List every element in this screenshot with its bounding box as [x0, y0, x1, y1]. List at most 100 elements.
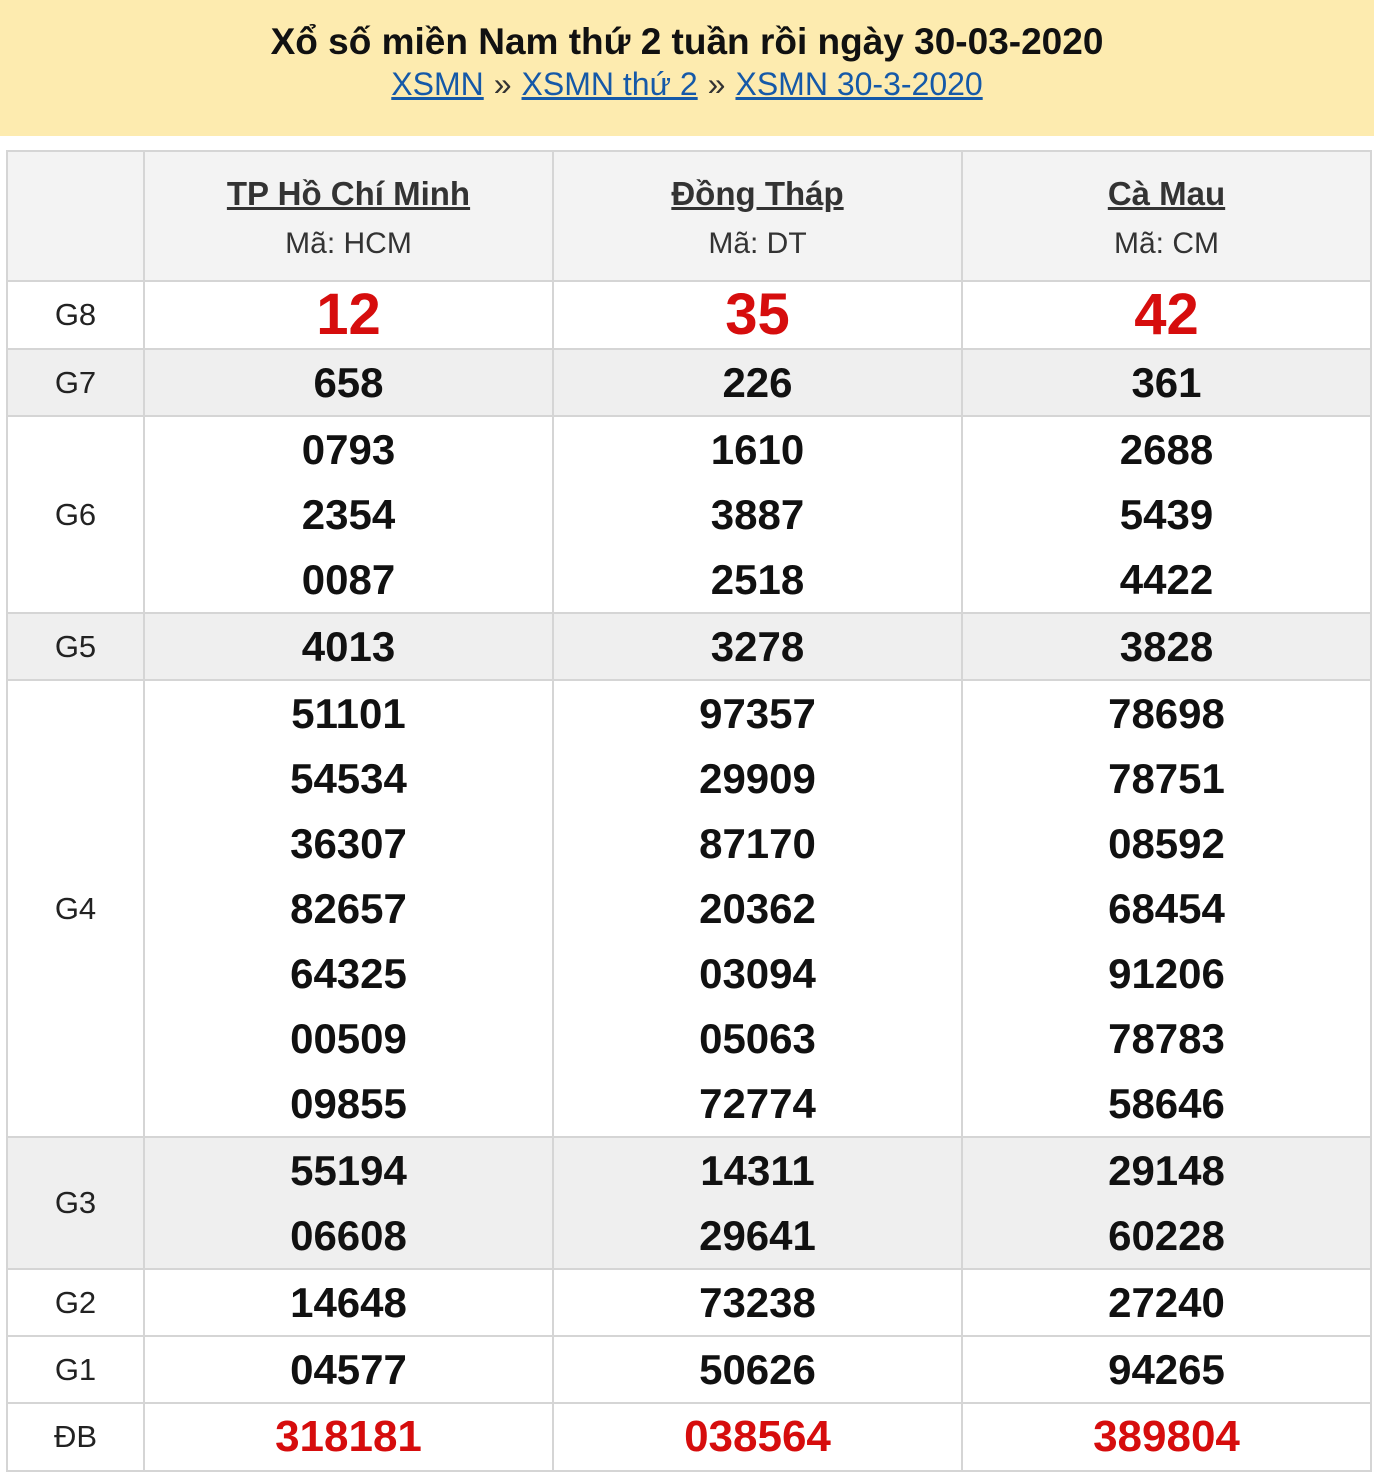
prize-cell-hcm: 14648 — [143, 1268, 554, 1337]
province-link-hcm[interactable]: TP Hồ Chí Minh — [145, 175, 552, 213]
prize-label: G3 — [6, 1136, 145, 1270]
corner-cell — [6, 150, 145, 282]
prize-number: 03094 — [699, 950, 816, 997]
breadcrumb-link-xsmn-date[interactable]: XSMN 30-3-2020 — [735, 66, 982, 102]
prize-number: 2518 — [710, 556, 805, 603]
prize-cell-dt: 50626 — [552, 1335, 963, 1404]
prize-cell-dt: 3278 — [552, 612, 963, 681]
prize-cell-hcm: 4013 — [143, 612, 554, 681]
prize-number: 42 — [1134, 282, 1199, 347]
province-code-hcm: Mã: HCM — [285, 227, 412, 260]
page-header: Xổ số miền Nam thứ 2 tuần rồi ngày 30-03… — [0, 0, 1374, 136]
prize-cell-dt: 14311 29641 — [552, 1136, 963, 1270]
prize-number: 05063 — [699, 1015, 816, 1062]
prize-number: 0793 — [301, 426, 396, 473]
prize-cell-cm: 3828 — [961, 612, 1372, 681]
prize-label: G5 — [6, 612, 145, 681]
prize-rows: G8 12 35 42 G7 658 226 361 G6 0793 2354 0087 1610 388… — [6, 280, 1372, 1472]
prize-number: 54534 — [290, 755, 407, 802]
prize-number: 68454 — [1108, 885, 1225, 932]
province-code-cm: Mã: CM — [1114, 227, 1219, 260]
prize-number: 04577 — [290, 1346, 407, 1393]
prize-number: 2354 — [301, 491, 396, 538]
results-table: TP Hồ Chí Minh Mã: HCM Đồng Tháp Mã: DT … — [6, 150, 1372, 1472]
province-header-hcm: TP Hồ Chí Minh Mã: HCM — [143, 150, 554, 282]
prize-cell-cm: 42 — [961, 280, 1372, 350]
prize-number: 4422 — [1119, 556, 1214, 603]
prize-cell-cm: 94265 — [961, 1335, 1372, 1404]
prize-number: 4013 — [301, 623, 396, 670]
prize-cell-dt: 97357 29909 87170 20362 03094 05063 72774 — [552, 679, 963, 1138]
prize-number: 0087 — [301, 556, 396, 603]
prize-label: G7 — [6, 348, 145, 417]
prize-cell-cm: 29148 60228 — [961, 1136, 1372, 1270]
prize-number: 1610 — [710, 426, 805, 473]
prize-cell-hcm: 04577 — [143, 1335, 554, 1404]
breadcrumb: XSMN» XSMN thứ 2» XSMN 30-3-2020 — [0, 64, 1374, 104]
prize-cell-hcm: 12 — [143, 280, 554, 350]
prize-number: 78783 — [1108, 1015, 1225, 1062]
prize-number: 60228 — [1108, 1212, 1225, 1259]
prize-number: 20362 — [699, 885, 816, 932]
prize-number: 09855 — [290, 1080, 407, 1127]
prize-number: 08592 — [1108, 820, 1225, 867]
prize-cell-hcm: 51101 54534 36307 82657 64325 00509 09855 — [143, 679, 554, 1138]
breadcrumb-link-xsmn[interactable]: XSMN — [391, 66, 483, 102]
prize-row-g7: G7 658 226 361 — [6, 348, 1372, 417]
prize-number: 226 — [722, 359, 793, 406]
prize-number: 50626 — [699, 1346, 816, 1393]
prize-number: 3828 — [1119, 623, 1214, 670]
province-header-dt: Đồng Tháp Mã: DT — [552, 150, 963, 282]
prize-cell-cm: 389804 — [961, 1402, 1372, 1472]
prize-label: ĐB — [6, 1402, 145, 1472]
prize-label: G2 — [6, 1268, 145, 1337]
prize-cell-dt: 226 — [552, 348, 963, 417]
prize-number: 12 — [316, 282, 381, 347]
prize-row-g6: G6 0793 2354 0087 1610 3887 2518 2688 5439 4422 — [6, 415, 1372, 614]
prize-row-g2: G2 14648 73238 27240 — [6, 1268, 1372, 1337]
prize-label: G6 — [6, 415, 145, 614]
prize-number: 36307 — [290, 820, 407, 867]
prize-number: 87170 — [699, 820, 816, 867]
prize-cell-hcm: 0793 2354 0087 — [143, 415, 554, 614]
special-prize-number: 318181 — [275, 1412, 422, 1461]
prize-cell-cm: 27240 — [961, 1268, 1372, 1337]
prize-row-g8: G8 12 35 42 — [6, 280, 1372, 350]
prize-number: 3278 — [710, 623, 805, 670]
page-title: Xổ số miền Nam thứ 2 tuần rồi ngày 30-03… — [270, 21, 1104, 62]
prize-number: 78751 — [1108, 755, 1225, 802]
prize-number: 06608 — [290, 1212, 407, 1259]
province-header-cm: Cà Mau Mã: CM — [961, 150, 1372, 282]
prize-number: 35 — [725, 282, 790, 347]
prize-number: 72774 — [699, 1080, 816, 1127]
prize-number: 51101 — [291, 690, 406, 737]
prize-number: 29909 — [699, 755, 816, 802]
prize-label: G1 — [6, 1335, 145, 1404]
breadcrumb-separator: » — [707, 66, 726, 102]
province-link-cm[interactable]: Cà Mau — [963, 175, 1370, 213]
prize-cell-dt: 1610 3887 2518 — [552, 415, 963, 614]
prize-number: 2688 — [1119, 426, 1214, 473]
prize-number: 73238 — [699, 1279, 816, 1326]
prize-cell-hcm: 55194 06608 — [143, 1136, 554, 1270]
special-prize-number: 389804 — [1093, 1412, 1240, 1461]
prize-label: G4 — [6, 679, 145, 1138]
prize-cell-cm: 2688 5439 4422 — [961, 415, 1372, 614]
prize-number: 5439 — [1119, 491, 1214, 538]
province-header-row: TP Hồ Chí Minh Mã: HCM Đồng Tháp Mã: DT … — [6, 150, 1372, 282]
prize-number: 14648 — [290, 1279, 407, 1326]
prize-number: 361 — [1131, 359, 1202, 406]
prize-number: 14311 — [700, 1147, 815, 1194]
prize-row-g5: G5 4013 3278 3828 — [6, 612, 1372, 681]
prize-number: 658 — [313, 359, 384, 406]
prize-number: 29148 — [1108, 1147, 1225, 1194]
prize-cell-dt: 73238 — [552, 1268, 963, 1337]
prize-row-g3: G3 55194 06608 14311 29641 29148 60228 — [6, 1136, 1372, 1270]
breadcrumb-link-xsmn-thu-2[interactable]: XSMN thứ 2 — [522, 66, 698, 102]
prize-number: 94265 — [1108, 1346, 1225, 1393]
prize-number: 91206 — [1108, 950, 1225, 997]
province-link-dt[interactable]: Đồng Tháp — [554, 175, 961, 213]
prize-number: 3887 — [710, 491, 805, 538]
prize-cell-cm: 78698 78751 08592 68454 91206 78783 58646 — [961, 679, 1372, 1138]
prize-number: 64325 — [290, 950, 407, 997]
